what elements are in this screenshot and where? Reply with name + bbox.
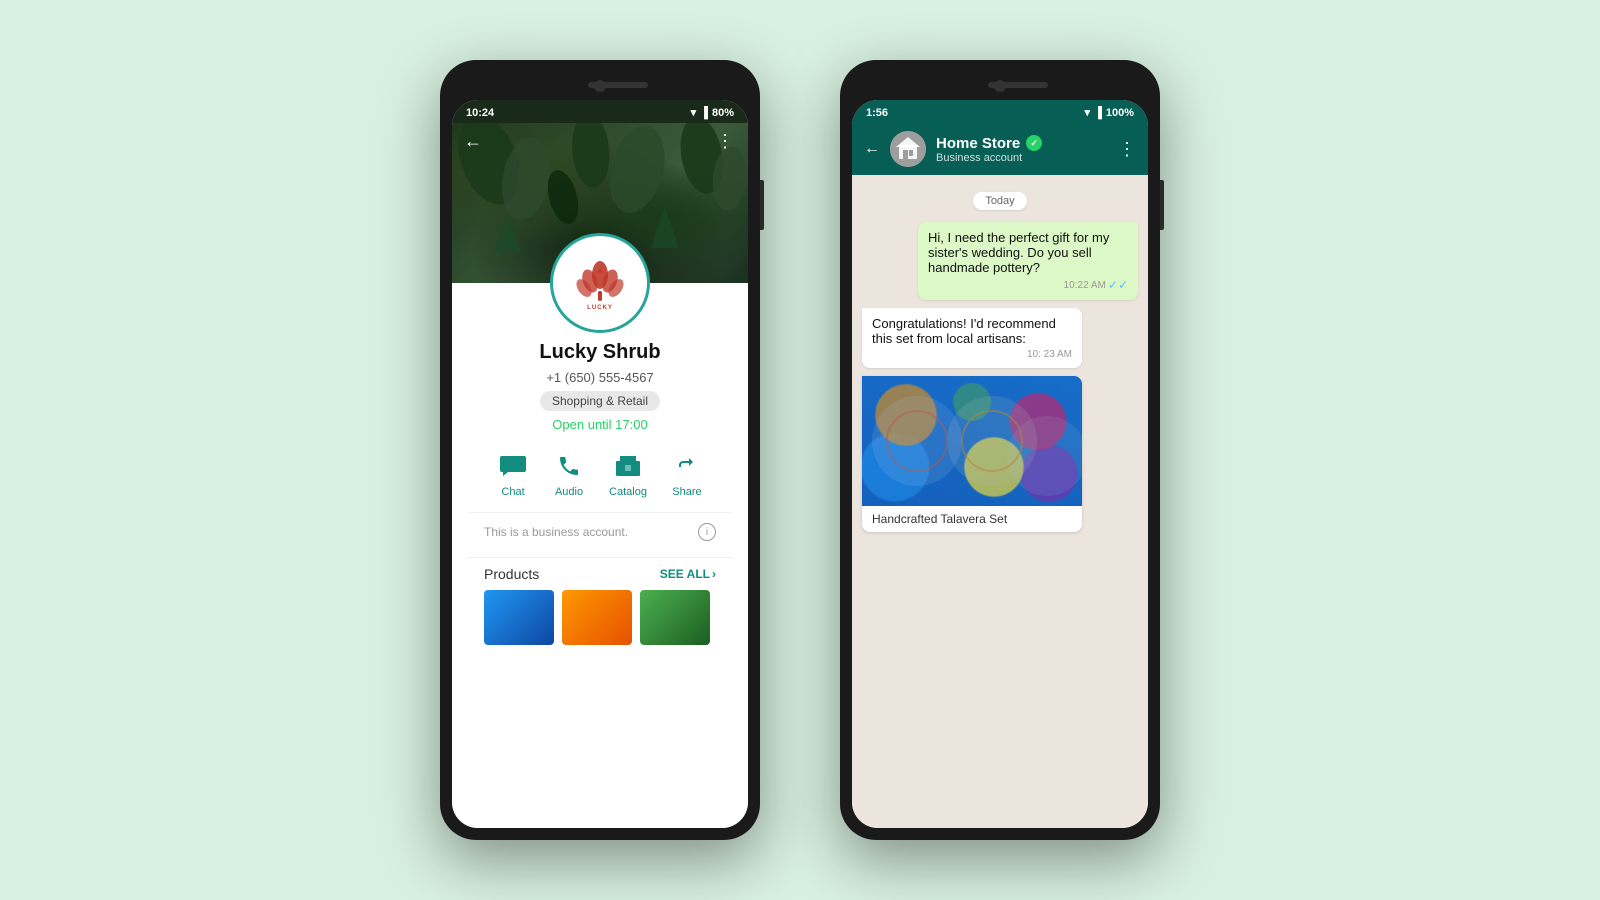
message-text-2: Congratulations! I'd recommend this set … <box>872 316 1056 346</box>
products-section: Products SEE ALL › <box>468 557 732 653</box>
profile-info: Lucky Shrub +1 (650) 555-4567 Shopping &… <box>452 283 748 828</box>
share-icon <box>671 450 703 482</box>
business-note-section: This is a business account. i <box>468 512 732 551</box>
profile-actions: Chat Audio <box>468 438 732 506</box>
profile-avatar: LUCKY <box>550 233 650 333</box>
phone-screen: 10:24 ▾ ▐ 80% <box>452 100 748 828</box>
message-time-2: 10: 23 AM <box>872 349 1072 360</box>
contact-name-row: Home Store ✓ <box>936 135 1108 152</box>
phone-speaker <box>588 82 648 88</box>
products-row <box>484 590 716 645</box>
product-thumb-1[interactable] <box>484 590 554 645</box>
signal-icon-2: ▐ <box>1094 107 1102 119</box>
chat-icon <box>497 450 529 482</box>
home-store-avatar-svg <box>890 131 926 167</box>
products-title: Products <box>484 566 539 582</box>
profile-cover: ← ⋮ <box>452 123 748 283</box>
business-category: Shopping & Retail <box>540 391 660 411</box>
verified-badge: ✓ <box>1026 135 1042 151</box>
message-received-1: Congratulations! I'd recommend this set … <box>862 308 1082 368</box>
signal-icon: ▐ <box>700 107 708 119</box>
contact-info: Home Store ✓ Business account <box>936 135 1108 164</box>
chat-icon-svg <box>499 455 527 477</box>
back-button[interactable]: ← <box>464 131 482 152</box>
contact-subtitle: Business account <box>936 152 1108 164</box>
audio-label: Audio <box>555 486 583 498</box>
catalog-icon-svg <box>615 455 641 477</box>
chat-messages: Today Hi, I need the perfect gift for my… <box>852 175 1148 828</box>
contact-avatar <box>890 131 926 167</box>
chat-header: ← Home Store ✓ Business account ⋮ <box>852 123 1148 175</box>
product-card[interactable]: Handcrafted Talavera Set <box>862 376 1082 532</box>
business-phone: +1 (650) 555-4567 <box>546 370 653 385</box>
chat-label: Chat <box>501 486 524 498</box>
phone-2-side-button <box>1160 180 1164 230</box>
battery-icon: 80% <box>712 107 734 119</box>
phone-icon-svg <box>557 454 581 478</box>
product-thumb-3[interactable] <box>640 590 710 645</box>
message-time-1: 10:22 AM ✓✓ <box>928 278 1128 292</box>
message-text-1: Hi, I need the perfect gift for my siste… <box>928 230 1109 275</box>
svg-text:LUCKY: LUCKY <box>587 305 613 311</box>
products-header: Products SEE ALL › <box>484 566 716 582</box>
profile-header-bar: ← ⋮ <box>452 123 748 160</box>
phone-1: 10:24 ▾ ▐ 80% <box>440 60 760 840</box>
pottery-svg <box>862 376 1082 506</box>
phone-2: 1:56 ▾ ▐ 100% ← Home Store <box>840 60 1160 840</box>
business-name: Lucky Shrub <box>539 341 660 364</box>
message-sent-1: Hi, I need the perfect gift for my siste… <box>918 222 1138 300</box>
share-icon-svg <box>675 454 699 478</box>
chat-more-button[interactable]: ⋮ <box>1118 139 1136 160</box>
status-icons-2: ▾ ▐ 100% <box>1085 106 1134 119</box>
contact-name: Home Store <box>936 135 1020 152</box>
info-icon[interactable]: i <box>698 523 716 541</box>
phone-2-screen: 1:56 ▾ ▐ 100% ← Home Store <box>852 100 1148 828</box>
date-separator: Today <box>862 191 1138 210</box>
product-thumb-2[interactable] <box>562 590 632 645</box>
share-label: Share <box>672 486 701 498</box>
catalog-label: Catalog <box>609 486 647 498</box>
status-time-2: 1:56 <box>866 107 888 119</box>
share-action-button[interactable]: Share <box>671 450 703 498</box>
business-note: This is a business account. i <box>484 523 716 541</box>
more-menu-button[interactable]: ⋮ <box>716 131 736 152</box>
status-icons: ▾ ▐ 80% <box>691 106 734 119</box>
product-card-title: Handcrafted Talavera Set <box>862 506 1082 532</box>
lucky-shrub-logo-svg: LUCKY <box>570 253 630 313</box>
catalog-icon <box>612 450 644 482</box>
status-time: 10:24 <box>466 107 494 119</box>
catalog-action-button[interactable]: Catalog <box>609 450 647 498</box>
business-hours: Open until 17:00 <box>552 417 647 432</box>
phone-2-status-bar: 1:56 ▾ ▐ 100% <box>852 100 1148 123</box>
avatar-logo: LUCKY <box>570 253 630 313</box>
see-all-button[interactable]: SEE ALL › <box>660 567 716 581</box>
battery-icon-2: 100% <box>1106 107 1134 119</box>
wifi-icon-2: ▾ <box>1085 106 1091 119</box>
phone-icon <box>553 450 585 482</box>
audio-action-button[interactable]: Audio <box>553 450 585 498</box>
read-receipt-icon: ✓✓ <box>1108 278 1128 292</box>
wifi-icon: ▾ <box>691 106 697 119</box>
chat-action-button[interactable]: Chat <box>497 450 529 498</box>
date-pill: Today <box>973 192 1026 210</box>
side-button <box>760 180 764 230</box>
chevron-right-icon: › <box>712 567 716 581</box>
chat-back-button[interactable]: ← <box>864 140 880 158</box>
status-bar: 10:24 ▾ ▐ 80% <box>452 100 748 123</box>
phone-2-speaker <box>988 82 1048 88</box>
business-note-text: This is a business account. <box>484 525 628 539</box>
product-card-image <box>862 376 1082 506</box>
